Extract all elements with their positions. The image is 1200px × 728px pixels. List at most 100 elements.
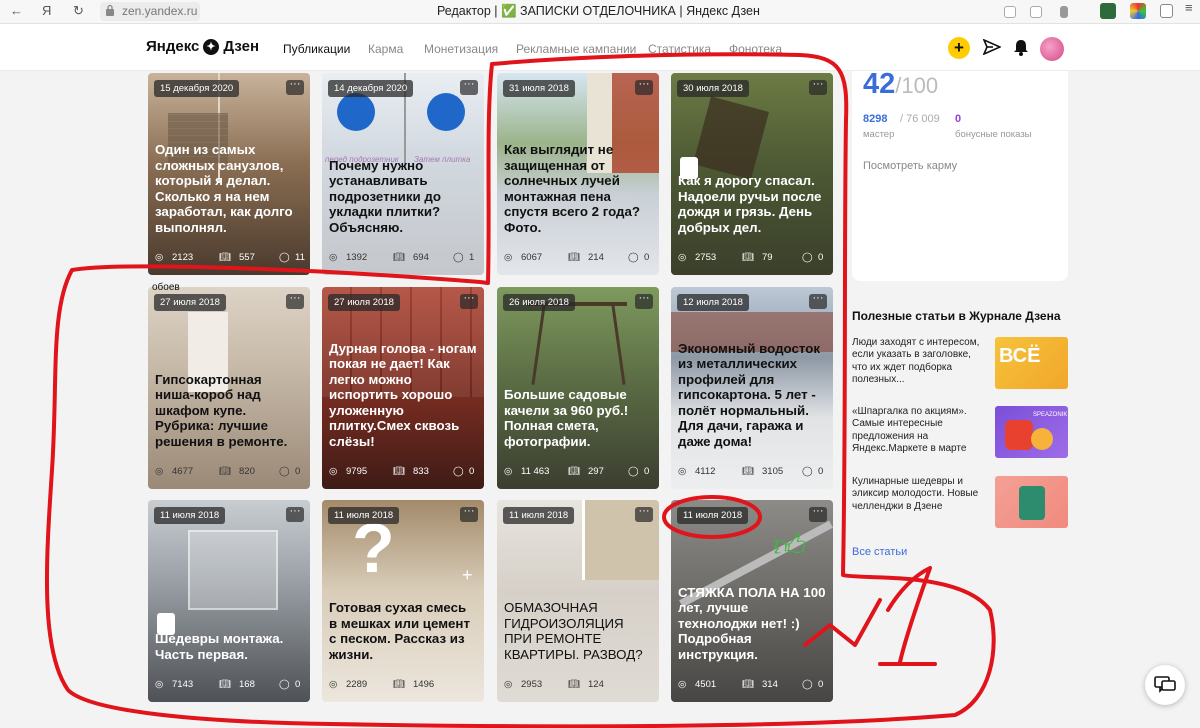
publication-card[interactable]: 30 июля 2018 ··· Как я дорогу спасал. На… <box>671 73 833 275</box>
journal-article[interactable]: Кулинарные шедевры и эликсир молодости. … <box>852 476 1068 528</box>
card-title: Как я дорогу спасал. Надоели ручьи после… <box>678 173 822 235</box>
more-icon[interactable]: ··· <box>460 293 478 309</box>
chat-button[interactable] <box>1145 665 1185 705</box>
comments-count: 1 <box>469 252 475 263</box>
more-icon[interactable]: ··· <box>809 293 827 309</box>
extension-color-icon[interactable] <box>1130 3 1146 19</box>
yandex-browser-icon[interactable]: Я <box>42 3 51 18</box>
journal-heading: Полезные статьи в Журнале Дзена <box>852 309 1061 323</box>
more-icon[interactable]: ··· <box>286 79 304 95</box>
nav-karma[interactable]: Карма <box>368 42 403 56</box>
publication-card[interactable]: 27 июля 2018 ··· Дурная голова - ногам п… <box>322 287 484 489</box>
nav-monetization[interactable]: Монетизация <box>424 42 498 56</box>
publication-card[interactable]: 15 декабря 2020 ··· Один из самых сложны… <box>148 73 310 275</box>
views-count: 7143 <box>172 679 194 690</box>
card-title: Экономный водосток из металлических проф… <box>678 340 820 449</box>
thumbs-up-icon: 👍︎ <box>773 527 807 563</box>
extensions-icon[interactable] <box>1160 4 1173 18</box>
master-total: / 76 009 <box>900 113 940 125</box>
journal-article[interactable]: Люди заходят с интересом, если указать в… <box>852 337 1068 389</box>
bookmark-icon[interactable] <box>1060 6 1068 18</box>
reads-count: 124 <box>588 679 604 690</box>
article-text: Кулинарные шедевры и эликсир молодости. … <box>852 476 979 512</box>
bell-icon[interactable] <box>1013 39 1029 56</box>
url-text[interactable]: zen.yandex.ru <box>122 4 197 18</box>
journal-article[interactable]: «Шпаргалка по акциям». Самые интересные … <box>852 406 1068 458</box>
reads-count: 557 <box>239 252 255 263</box>
top-navigation: Яндекс Дзен Публикации Карма Монетизация… <box>0 24 1200 71</box>
card-date: 30 июля 2018 <box>677 80 749 97</box>
more-icon[interactable]: ··· <box>635 79 653 95</box>
comments-count: 0 <box>644 252 650 263</box>
publication-card[interactable]: перед подрозетник Затем плитка 14 декабр… <box>322 73 484 275</box>
send-icon[interactable] <box>983 39 1001 55</box>
more-icon[interactable]: ··· <box>286 506 304 522</box>
card-title: Шедевры монтажа. Часть первая. <box>155 631 284 662</box>
comments-icon: ◯ <box>628 466 639 477</box>
nav-publications[interactable]: Публикации <box>283 42 350 56</box>
card-stats: ◎ 4112 📖︎ 3105 ◯ 0 <box>678 466 825 480</box>
publication-card[interactable]: 31 июля 2018 ··· Как выглядит не защищен… <box>497 73 659 275</box>
more-icon[interactable]: ··· <box>809 506 827 522</box>
card-date: 31 июля 2018 <box>503 80 575 97</box>
all-articles-link[interactable]: Все статьи <box>852 546 907 558</box>
publication-card[interactable]: ? + 11 июля 2018 ··· Готовая сухая смесь… <box>322 500 484 702</box>
view-karma-link[interactable]: Посмотреть карму <box>863 160 957 172</box>
card-stats: ◎ 11 463 📖︎ 297 ◯ 0 <box>504 466 651 480</box>
article-image-text: ВСЁ <box>999 345 1041 367</box>
comments-count: 0 <box>469 466 475 477</box>
browser-toolbar: ← Я ↻ zen.yandex.ru Редактор | ✅ ЗАПИСКИ… <box>0 0 1200 24</box>
article-image <box>995 476 1068 528</box>
more-icon[interactable]: ··· <box>460 506 478 522</box>
reads-count: 820 <box>239 466 255 477</box>
more-icon[interactable]: ··· <box>635 506 653 522</box>
views-icon: ◎ <box>678 466 687 477</box>
views-count: 2953 <box>521 679 543 690</box>
nav-statistics[interactable]: Статистика <box>648 42 711 56</box>
create-button[interactable]: + <box>948 37 970 59</box>
protect-icon[interactable] <box>1030 6 1042 18</box>
nav-phonotheque[interactable]: Фонотека <box>729 42 782 56</box>
publication-card[interactable]: 26 июля 2018 ··· Большие садовые качели … <box>497 287 659 489</box>
bonus-label: бонусные показы <box>955 129 1032 140</box>
more-icon[interactable]: ··· <box>286 293 304 309</box>
views-icon: ◎ <box>155 252 164 263</box>
menu-icon[interactable]: ≡ <box>1185 0 1193 15</box>
avatar[interactable] <box>1040 37 1064 61</box>
master-value: 8298 <box>863 113 888 125</box>
card-stats: ◎ 4677 📖︎ 820 ◯ 0 <box>155 466 302 480</box>
reads-count: 297 <box>588 466 604 477</box>
reads-count: 314 <box>762 679 778 690</box>
article-image: SPEAZONIK <box>995 406 1068 458</box>
publication-card[interactable]: 11 июля 2018 ··· ОБМАЗОЧНАЯ ГИДРОИЗОЛЯЦИ… <box>497 500 659 702</box>
more-icon[interactable]: ··· <box>460 79 478 95</box>
publication-card[interactable]: 12 июля 2018 ··· Экономный водосток из м… <box>671 287 833 489</box>
master-label: мастер <box>863 129 895 140</box>
tabs-icon[interactable] <box>1004 6 1016 18</box>
more-icon[interactable]: ··· <box>809 79 827 95</box>
card-date: 15 декабря 2020 <box>154 80 240 97</box>
reload-icon[interactable]: ↻ <box>73 3 84 19</box>
plus-icon: + <box>462 565 473 585</box>
views-count: 4112 <box>695 466 716 477</box>
more-icon[interactable]: ··· <box>635 293 653 309</box>
card-date: 11 июля 2018 <box>328 507 400 524</box>
card-stats: ◎ 2289 📖︎ 1496 <box>329 679 476 693</box>
card-stats: ◎ 9795 📖︎ 833 ◯ 0 <box>329 466 476 480</box>
reads-icon: 📖︎ <box>742 466 755 477</box>
reads-icon: 📖︎ <box>568 466 581 477</box>
extension-green-icon[interactable] <box>1100 3 1116 19</box>
card-date: 12 июля 2018 <box>677 294 749 311</box>
comments-count: 0 <box>818 252 824 263</box>
tab-title: Редактор | ✅ ЗАПИСКИ ОТДЕЛОЧНИКА | Яндек… <box>437 4 760 18</box>
card-stats: ◎ 1392 📖︎ 694 ◯ 1 <box>329 252 476 266</box>
publication-card[interactable]: 27 июля 2018 ··· Гипсокартонная ниша-кор… <box>148 287 310 489</box>
article-image: ВСЁ <box>995 337 1068 389</box>
back-icon[interactable]: ← <box>10 3 23 18</box>
nav-ad-campaigns[interactable]: Рекламные кампании <box>516 42 636 56</box>
zen-logo[interactable]: Яндекс Дзен <box>146 38 259 55</box>
publication-card[interactable]: 👍︎ 11 июля 2018 ··· СТЯЖКА ПОЛА НА 100 л… <box>671 500 833 702</box>
comments-count: 0 <box>295 679 301 690</box>
reads-icon: 📖︎ <box>393 252 406 263</box>
publication-card[interactable]: 11 июля 2018 ··· Шедевры монтажа. Часть … <box>148 500 310 702</box>
